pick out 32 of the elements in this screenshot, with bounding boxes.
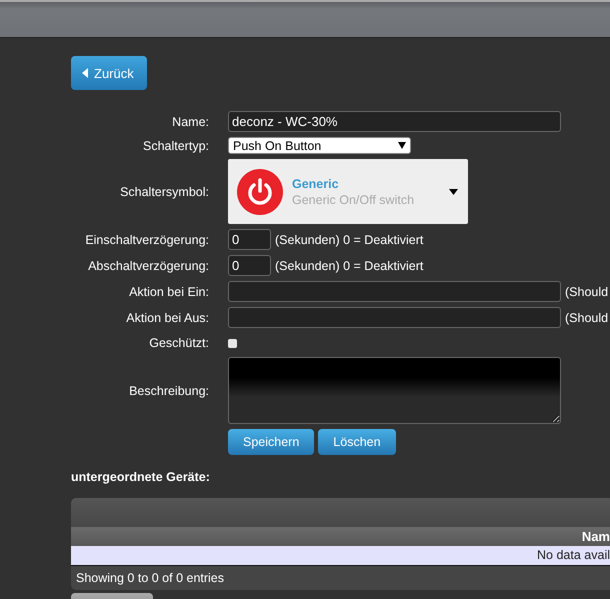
field-label: Schaltertyp: — [142, 138, 209, 152]
field-label: Aktion bei Aus: — [125, 310, 209, 324]
icon-title: Generic — [292, 176, 340, 190]
delay-field[interactable]: 0 — [228, 229, 271, 250]
switch-type-select[interactable]: Push On Button — [228, 137, 411, 154]
caret-left-icon — [82, 68, 88, 78]
field-label: Abschaltverzögerung: — [87, 258, 209, 272]
name-field[interactable]: deconz - WC-30% — [228, 111, 561, 132]
field-label: Geschützt: — [148, 336, 209, 350]
field-label: Schaltersymbol: — [119, 184, 209, 198]
action-field[interactable] — [228, 281, 561, 302]
field-label: Einschaltverzögerung: — [84, 232, 209, 246]
back-button[interactable]: Zurück — [71, 56, 147, 90]
protected-checkbox[interactable] — [228, 339, 237, 348]
delay-field[interactable]: 0 — [228, 255, 271, 276]
table-info: Showing 0 to 0 of 0 entries — [75, 570, 226, 587]
dropdown-arrow-icon — [449, 188, 458, 194]
action-hint: (Should — [565, 284, 608, 298]
dropdown-arrow-icon — [398, 142, 406, 149]
icon-subtitle: Generic On/Off switch — [292, 192, 416, 206]
description-field[interactable] — [228, 357, 561, 424]
delay-hint: (Sekunden) 0 = Deaktiviert — [275, 258, 424, 272]
column-header: Nam — [71, 527, 610, 546]
field-label: Name: — [171, 114, 209, 128]
empty-table-message: No data avail — [71, 546, 610, 566]
power-icon — [237, 168, 283, 214]
delay-hint: (Sekunden) 0 = Deaktiviert — [275, 232, 424, 246]
field-label: Aktion bei Ein: — [128, 284, 209, 298]
action-field[interactable] — [228, 307, 561, 328]
action-hint: (Should — [565, 310, 608, 324]
section-title: untergeordnete Geräte: — [71, 470, 211, 484]
field-label: Beschreibung: — [128, 384, 209, 398]
